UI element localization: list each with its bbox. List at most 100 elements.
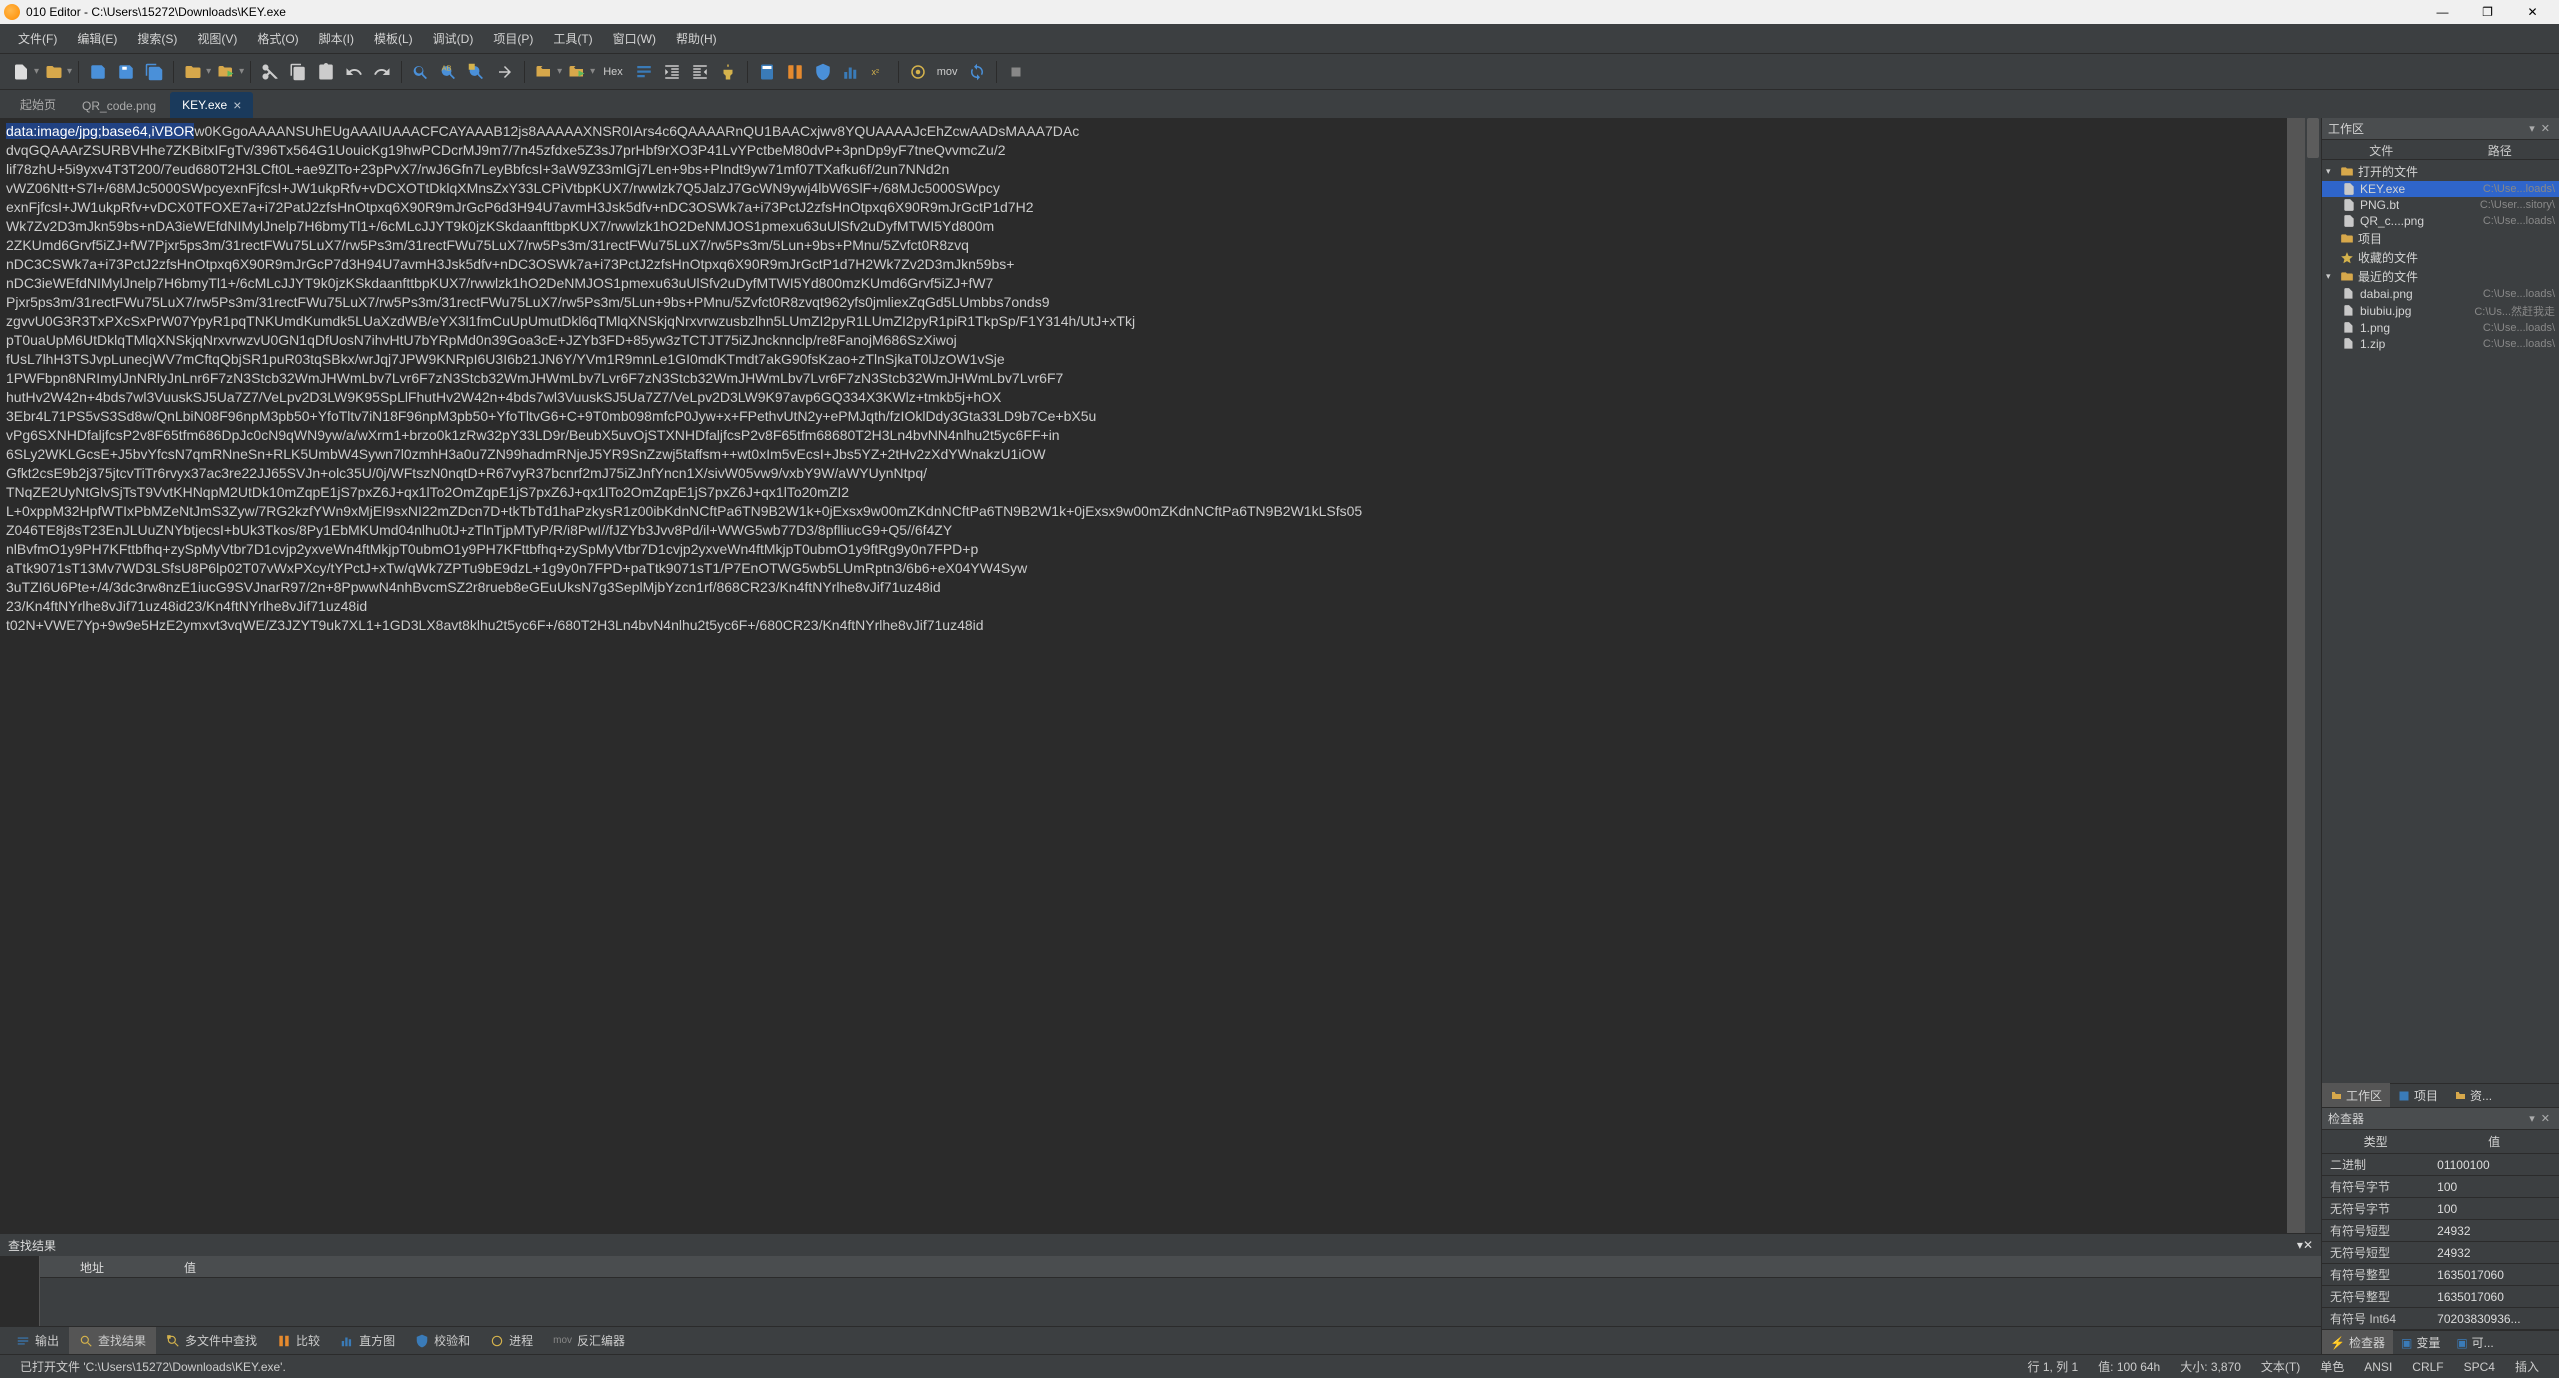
script-open-icon[interactable]: [531, 59, 557, 85]
itab-vars[interactable]: ▣变量: [2393, 1330, 2448, 1355]
hex-toggle-button[interactable]: Hex: [597, 59, 629, 85]
compare-icon[interactable]: [782, 59, 808, 85]
close-icon[interactable]: ×: [233, 97, 241, 113]
menu-window[interactable]: 窗口(W): [603, 26, 666, 51]
status-units[interactable]: 单色: [2310, 1358, 2354, 1375]
btab-multi-search[interactable]: 多文件中查找: [156, 1327, 267, 1354]
inspector-row[interactable]: 二进制01100100: [2322, 1154, 2559, 1176]
btab-disasm[interactable]: mov反汇编器: [543, 1327, 635, 1354]
inspector-col-value[interactable]: 值: [2429, 1130, 2559, 1154]
ws-file[interactable]: dabai.pngC:\Use...loads\: [2322, 286, 2559, 302]
menu-debug[interactable]: 调试(D): [423, 26, 484, 51]
ws-group-open[interactable]: ▾打开的文件: [2322, 162, 2559, 181]
stop-icon[interactable]: [1003, 59, 1029, 85]
menu-help[interactable]: 帮助(H): [666, 26, 727, 51]
menu-scripts[interactable]: 脚本(I): [309, 26, 364, 51]
panel-close-icon[interactable]: ✕: [2303, 1238, 2313, 1252]
indent-left-icon[interactable]: [659, 59, 685, 85]
panel-dropdown-icon[interactable]: ▾: [2526, 1112, 2538, 1125]
editor-scrollbar[interactable]: [2305, 118, 2321, 1233]
editor-content[interactable]: data:image/jpg;base64,iVBORw0KGgoAAAANSU…: [0, 118, 2287, 1233]
workspace-tree[interactable]: ▾打开的文件 KEY.exeC:\Use...loads\ PNG.btC:\U…: [2322, 160, 2559, 1083]
maximize-button[interactable]: ❐: [2465, 0, 2510, 24]
btab-output[interactable]: 输出: [6, 1327, 69, 1354]
tab-file-0[interactable]: QR_code.png: [70, 94, 168, 118]
btab-histogram[interactable]: 直方图: [330, 1327, 405, 1354]
tab-start-page[interactable]: 起始页: [8, 91, 68, 118]
ws-file[interactable]: 1.zipC:\Use...loads\: [2322, 336, 2559, 352]
status-type[interactable]: 文本(T): [2251, 1358, 2310, 1375]
ws-file[interactable]: KEY.exeC:\Use...loads\: [2322, 181, 2559, 197]
find-in-files-icon[interactable]: [464, 59, 490, 85]
save-as-icon[interactable]: [113, 59, 139, 85]
search-col-value[interactable]: 值: [144, 1256, 236, 1277]
indent-right-icon[interactable]: [687, 59, 713, 85]
tab-file-1[interactable]: KEY.exe×: [170, 92, 253, 118]
ws-group-project[interactable]: 项目: [2322, 229, 2559, 248]
btab-checksum[interactable]: 校验和: [405, 1327, 480, 1354]
inspector-row[interactable]: 有符号短型24932: [2322, 1220, 2559, 1242]
panel-dropdown-icon[interactable]: ▾: [2526, 122, 2538, 135]
menu-file[interactable]: 文件(F): [8, 26, 67, 51]
save-all-icon[interactable]: [141, 59, 167, 85]
find-icon[interactable]: [408, 59, 434, 85]
process-icon[interactable]: [905, 59, 931, 85]
run-template-icon[interactable]: [213, 59, 239, 85]
btab-process[interactable]: 进程: [480, 1327, 543, 1354]
save-icon[interactable]: [85, 59, 111, 85]
panel-close-icon[interactable]: ✕: [2538, 122, 2553, 135]
menu-view[interactable]: 视图(V): [187, 26, 247, 51]
workspace-col-file[interactable]: 文件: [2322, 140, 2441, 159]
menu-format[interactable]: 格式(O): [247, 26, 308, 51]
inspector-row[interactable]: 有符号整型1635017060: [2322, 1264, 2559, 1286]
inspector-row[interactable]: 有符号 Int6470203830936...: [2322, 1308, 2559, 1330]
editor-area[interactable]: data:image/jpg;base64,iVBORw0KGgoAAAANSU…: [0, 118, 2321, 1233]
checksum-icon[interactable]: [810, 59, 836, 85]
undo-icon[interactable]: [341, 59, 367, 85]
wtab-resources[interactable]: 资...: [2446, 1083, 2500, 1108]
itab-inspector[interactable]: ⚡检查器: [2322, 1330, 2393, 1355]
inspector-row[interactable]: 无符号字节100: [2322, 1198, 2559, 1220]
new-file-icon[interactable]: [8, 59, 34, 85]
ws-file[interactable]: QR_c....pngC:\Use...loads\: [2322, 213, 2559, 229]
scrollbar-thumb[interactable]: [2307, 118, 2319, 158]
status-lineending[interactable]: CRLF: [2402, 1360, 2453, 1374]
script-run-icon[interactable]: [564, 59, 590, 85]
sync-icon[interactable]: [964, 59, 990, 85]
search-col-address[interactable]: 地址: [40, 1256, 144, 1277]
inspector-row[interactable]: 有符号字节100: [2322, 1176, 2559, 1198]
linewrap-icon[interactable]: [631, 59, 657, 85]
open-file-icon[interactable]: [41, 59, 67, 85]
highlight-icon[interactable]: [715, 59, 741, 85]
wtab-project[interactable]: 项目: [2390, 1083, 2446, 1108]
menu-search[interactable]: 搜索(S): [127, 26, 187, 51]
ws-file[interactable]: 1.pngC:\Use...loads\: [2322, 320, 2559, 336]
copy-icon[interactable]: [285, 59, 311, 85]
inspector-row[interactable]: 无符号短型24932: [2322, 1242, 2559, 1264]
menu-tools[interactable]: 工具(T): [543, 26, 602, 51]
minimize-button[interactable]: —: [2420, 0, 2465, 24]
ws-file[interactable]: PNG.btC:\User...sitory\: [2322, 197, 2559, 213]
inspector-col-type[interactable]: 类型: [2322, 1130, 2429, 1154]
histogram-icon[interactable]: [838, 59, 864, 85]
menu-project[interactable]: 项目(P): [483, 26, 543, 51]
menu-edit[interactable]: 编辑(E): [67, 26, 127, 51]
calculator-icon[interactable]: [754, 59, 780, 85]
paste-icon[interactable]: [313, 59, 339, 85]
workspace-col-path[interactable]: 路径: [2441, 140, 2559, 159]
menu-templates[interactable]: 模板(L): [364, 26, 423, 51]
baseconvert-icon[interactable]: x²: [866, 59, 892, 85]
inspector-row[interactable]: 无符号整型1635017060: [2322, 1286, 2559, 1308]
close-button[interactable]: ✕: [2510, 0, 2555, 24]
panel-close-icon[interactable]: ✕: [2538, 1112, 2553, 1125]
status-insert[interactable]: 插入: [2505, 1358, 2549, 1375]
disasm-button[interactable]: mov: [933, 59, 962, 85]
open-template-icon[interactable]: [180, 59, 206, 85]
cut-icon[interactable]: [257, 59, 283, 85]
replace-icon[interactable]: AB: [436, 59, 462, 85]
btab-compare[interactable]: 比较: [267, 1327, 330, 1354]
status-spacing[interactable]: SPC4: [2454, 1360, 2505, 1374]
ws-group-recent[interactable]: ▾最近的文件: [2322, 267, 2559, 286]
goto-icon[interactable]: [492, 59, 518, 85]
ws-file[interactable]: biubiu.jpgC:\Us...然赶我走: [2322, 302, 2559, 320]
